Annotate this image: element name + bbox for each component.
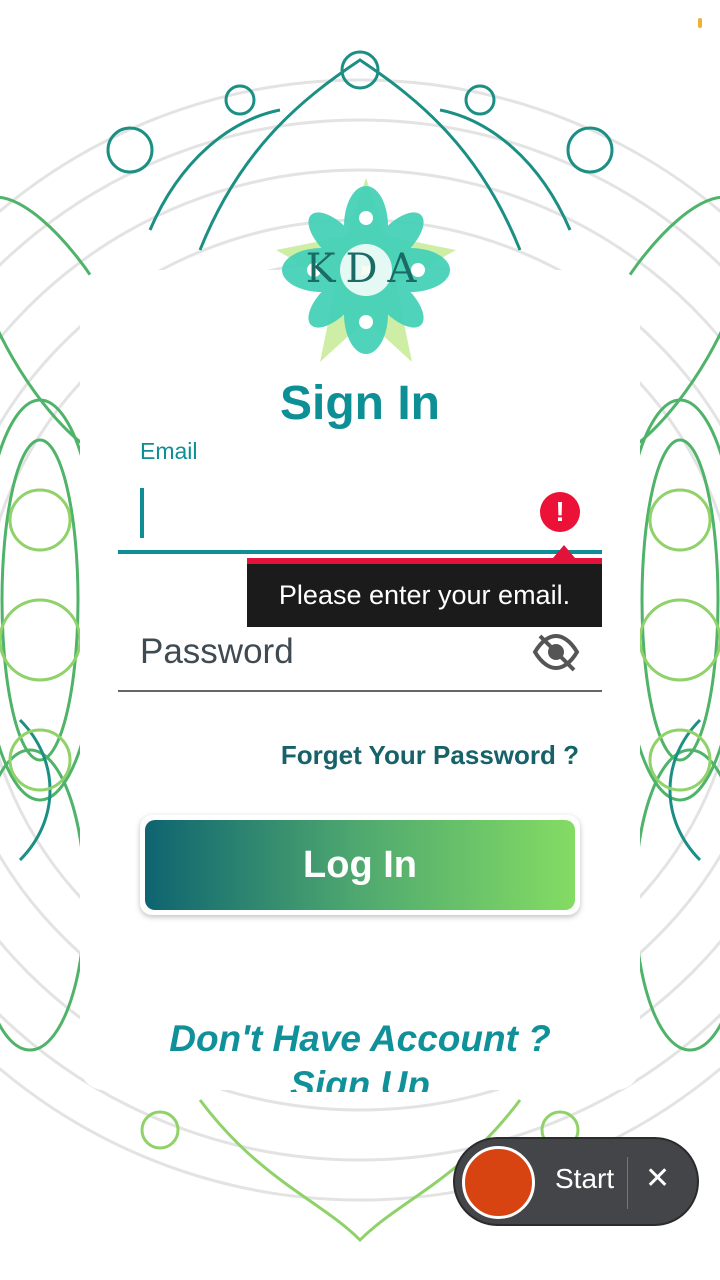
close-icon[interactable]: ✕ [645,1161,670,1196]
start-button[interactable]: Start [555,1163,614,1195]
error-icon[interactable]: ! [540,492,580,532]
divider [627,1157,628,1209]
screen-recorder-widget: Start ✕ [453,1137,699,1226]
status-bar [0,0,720,48]
signup-section: Don't Have Account ? Sign Up [80,1016,640,1092]
text-caret [140,488,144,538]
email-error-tooltip: Please enter your email. [247,558,602,627]
signup-prompt: Don't Have Account ? [169,1018,551,1059]
app-logo: KDA [266,170,466,370]
email-field[interactable]: ! [118,470,602,554]
eye-off-icon[interactable] [532,632,580,672]
record-button[interactable] [462,1146,535,1219]
login-button-label: Log In [145,820,575,910]
email-label: Email [140,438,198,464]
battery-icon [698,18,702,28]
logo-text: KDA [306,246,427,292]
forgot-password-link[interactable]: Forget Your Password ? [281,740,579,771]
signup-link[interactable]: Sign Up [80,1062,640,1092]
password-field[interactable]: Password [118,616,602,692]
tooltip-arrow [553,545,575,558]
login-button[interactable]: Log In [140,815,580,915]
password-placeholder: Password [140,632,294,671]
page-title: Sign In [280,377,440,430]
